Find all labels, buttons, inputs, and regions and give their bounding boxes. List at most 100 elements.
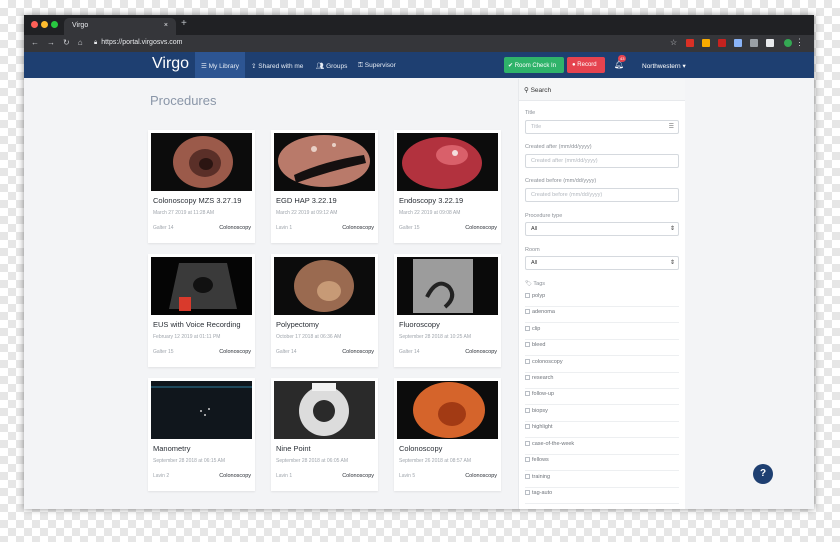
procedure-room: Galter 14 [153,225,174,231]
tag-checkbox-case-of-the-week[interactable]: case-of-the-week [525,439,679,455]
checkbox[interactable] [525,309,530,314]
colon-image [151,133,252,191]
extension-icon[interactable] [766,39,774,47]
procedure-date: September 28 2018 at 10:25 AM [399,334,471,340]
extension-icon[interactable] [718,39,726,47]
nav-groups[interactable]: 👥︎ Groups [310,52,353,78]
procedure-thumbnail [397,133,498,191]
tag-checkbox-training[interactable]: training [525,472,679,488]
tag-checkbox-bleed[interactable]: bleed [525,340,679,356]
extension-icon[interactable] [734,39,742,47]
procedure-name: Polypectomy [276,320,319,329]
checkbox[interactable] [525,424,530,429]
created-after-input[interactable]: Created after (mm/dd/yyyy) [525,154,679,168]
title-input[interactable]: Title ☰ [525,120,679,134]
browser-tab[interactable]: Virgo × [64,18,176,35]
ultrasound-image [151,257,252,315]
select-arrows-icon: ⇕ [669,226,675,232]
procedure-room: Galter 15 [399,225,420,231]
tag-label: biopsy [532,408,548,414]
tag-checkbox-biopsy[interactable]: biopsy [525,406,679,422]
tag-checkbox-follow-up[interactable]: follow-up [525,389,679,405]
record-button[interactable]: ● Record [567,57,605,73]
procedure-date: March 22 2019 at 09:08 AM [399,210,461,216]
profile-avatar[interactable] [784,39,792,47]
room-check-in-button[interactable]: ✔ Room Check In [504,57,564,73]
procedure-card[interactable]: Endoscopy 3.22.19 March 22 2019 at 09:08… [394,130,501,243]
extension-icon[interactable] [750,39,758,47]
checkbox[interactable] [525,441,530,446]
minimize-window-icon[interactable] [41,21,48,28]
org-label: Northwestern [642,63,681,70]
procedure-thumbnail [151,257,252,315]
help-button[interactable]: ? [753,464,773,484]
browser-window: Virgo × + ← → ↻ ⌂ 🔒︎ https://portal.virgo… [24,15,814,509]
checkbox[interactable] [525,375,530,380]
checkbox[interactable] [525,457,530,462]
checkbox[interactable] [525,342,530,347]
extension-icon[interactable] [702,39,710,47]
procedure-type-select[interactable]: All ⇕ [525,222,679,236]
browser-menu-icon[interactable]: ⋮ [795,37,804,48]
procedure-card[interactable]: Nine Point September 28 2018 at 06:05 AM… [271,378,378,491]
button-label: Room Check In [514,63,557,69]
key-icon: ⚿ [358,62,363,69]
tag-checkbox-clip[interactable]: clip [525,324,679,340]
procedure-card[interactable]: EUS with Voice Recording February 12 201… [148,254,255,367]
reload-icon[interactable]: ↻ [63,38,70,47]
org-dropdown[interactable]: Northwestern ▾ [642,62,686,70]
tag-checkbox-polyp[interactable]: polyp [525,291,679,307]
procedure-card[interactable]: Colonoscopy September 26 2018 at 08:57 A… [394,378,501,491]
room-select[interactable]: All ⇕ [525,256,679,270]
procedure-card[interactable]: Polypectomy October 17 2018 at 06:36 AM … [271,254,378,367]
procedure-name: Endoscopy 3.22.19 [399,196,464,205]
url-field[interactable]: 🔒︎ https://portal.virgosvs.com [94,39,183,47]
virgo-logo[interactable]: Virgo [152,55,189,73]
search-icon: ⚲ [524,87,529,94]
home-icon[interactable]: ⌂ [78,38,83,47]
checkbox[interactable] [525,391,530,396]
tag-checkbox-research[interactable]: research [525,373,679,389]
checkbox[interactable] [525,293,530,298]
procedure-type: Colonoscopy [465,225,497,231]
tag-checkbox-colonoscopy[interactable]: colonoscopy [525,357,679,373]
procedure-date: September 28 2018 at 06:05 AM [276,458,348,464]
procedure-date: February 12 2019 at 01:11 PM [153,334,221,340]
tag-checkbox-adenoma[interactable]: adenoma [525,307,679,323]
checkbox[interactable] [525,326,530,331]
forward-icon[interactable]: → [47,38,55,47]
tag-label: highlight [532,424,553,430]
checkbox[interactable] [525,408,530,413]
tag-label: research [532,375,554,381]
button-label: Record [577,62,597,68]
tab-close-icon[interactable]: × [164,22,168,31]
tag-label: colonoscopy [532,359,563,365]
bookmark-star-icon[interactable]: ☆ [670,38,677,47]
extension-icon[interactable] [686,39,694,47]
nav-shared-with-me[interactable]: ⇪ Shared with me [245,52,309,78]
procedure-date: September 26 2018 at 08:57 AM [399,458,471,464]
tag-label: adenoma [532,309,555,315]
procedure-date: March 27 2019 at 11:28 AM [153,210,215,216]
page-title: Procedures [150,93,217,108]
checkbox[interactable] [525,474,530,479]
close-window-icon[interactable] [31,21,38,28]
procedure-card[interactable]: Fluoroscopy September 28 2018 at 10:25 A… [394,254,501,367]
nav-my-library[interactable]: ☰ My Library [195,52,245,78]
tag-checkbox-fellows[interactable]: fellows [525,455,679,471]
record-icon: ● [572,62,576,68]
procedure-card[interactable]: Manometry September 28 2018 at 06:15 AM … [148,378,255,491]
colonoscopy-image [397,381,498,439]
procedure-card[interactable]: EGD HAP 3.22.19 March 22 2019 at 09:12 A… [271,130,378,243]
nav-supervisor[interactable]: ⚿ Supervisor [352,52,402,78]
main-content: Procedures Colonoscopy MZS 3.27.19 March… [24,78,814,509]
tag-checkbox-highlight[interactable]: highlight [525,422,679,438]
back-icon[interactable]: ← [31,38,39,47]
maximize-window-icon[interactable] [51,21,58,28]
created-before-input[interactable]: Created before (mm/dd/yyyy) [525,188,679,202]
tag-checkbox-tag-auto[interactable]: tag-auto [525,488,679,504]
checkbox[interactable] [525,490,530,495]
new-tab-icon[interactable]: + [181,18,187,29]
checkbox[interactable] [525,359,530,364]
procedure-card[interactable]: Colonoscopy MZS 3.27.19 March 27 2019 at… [148,130,255,243]
